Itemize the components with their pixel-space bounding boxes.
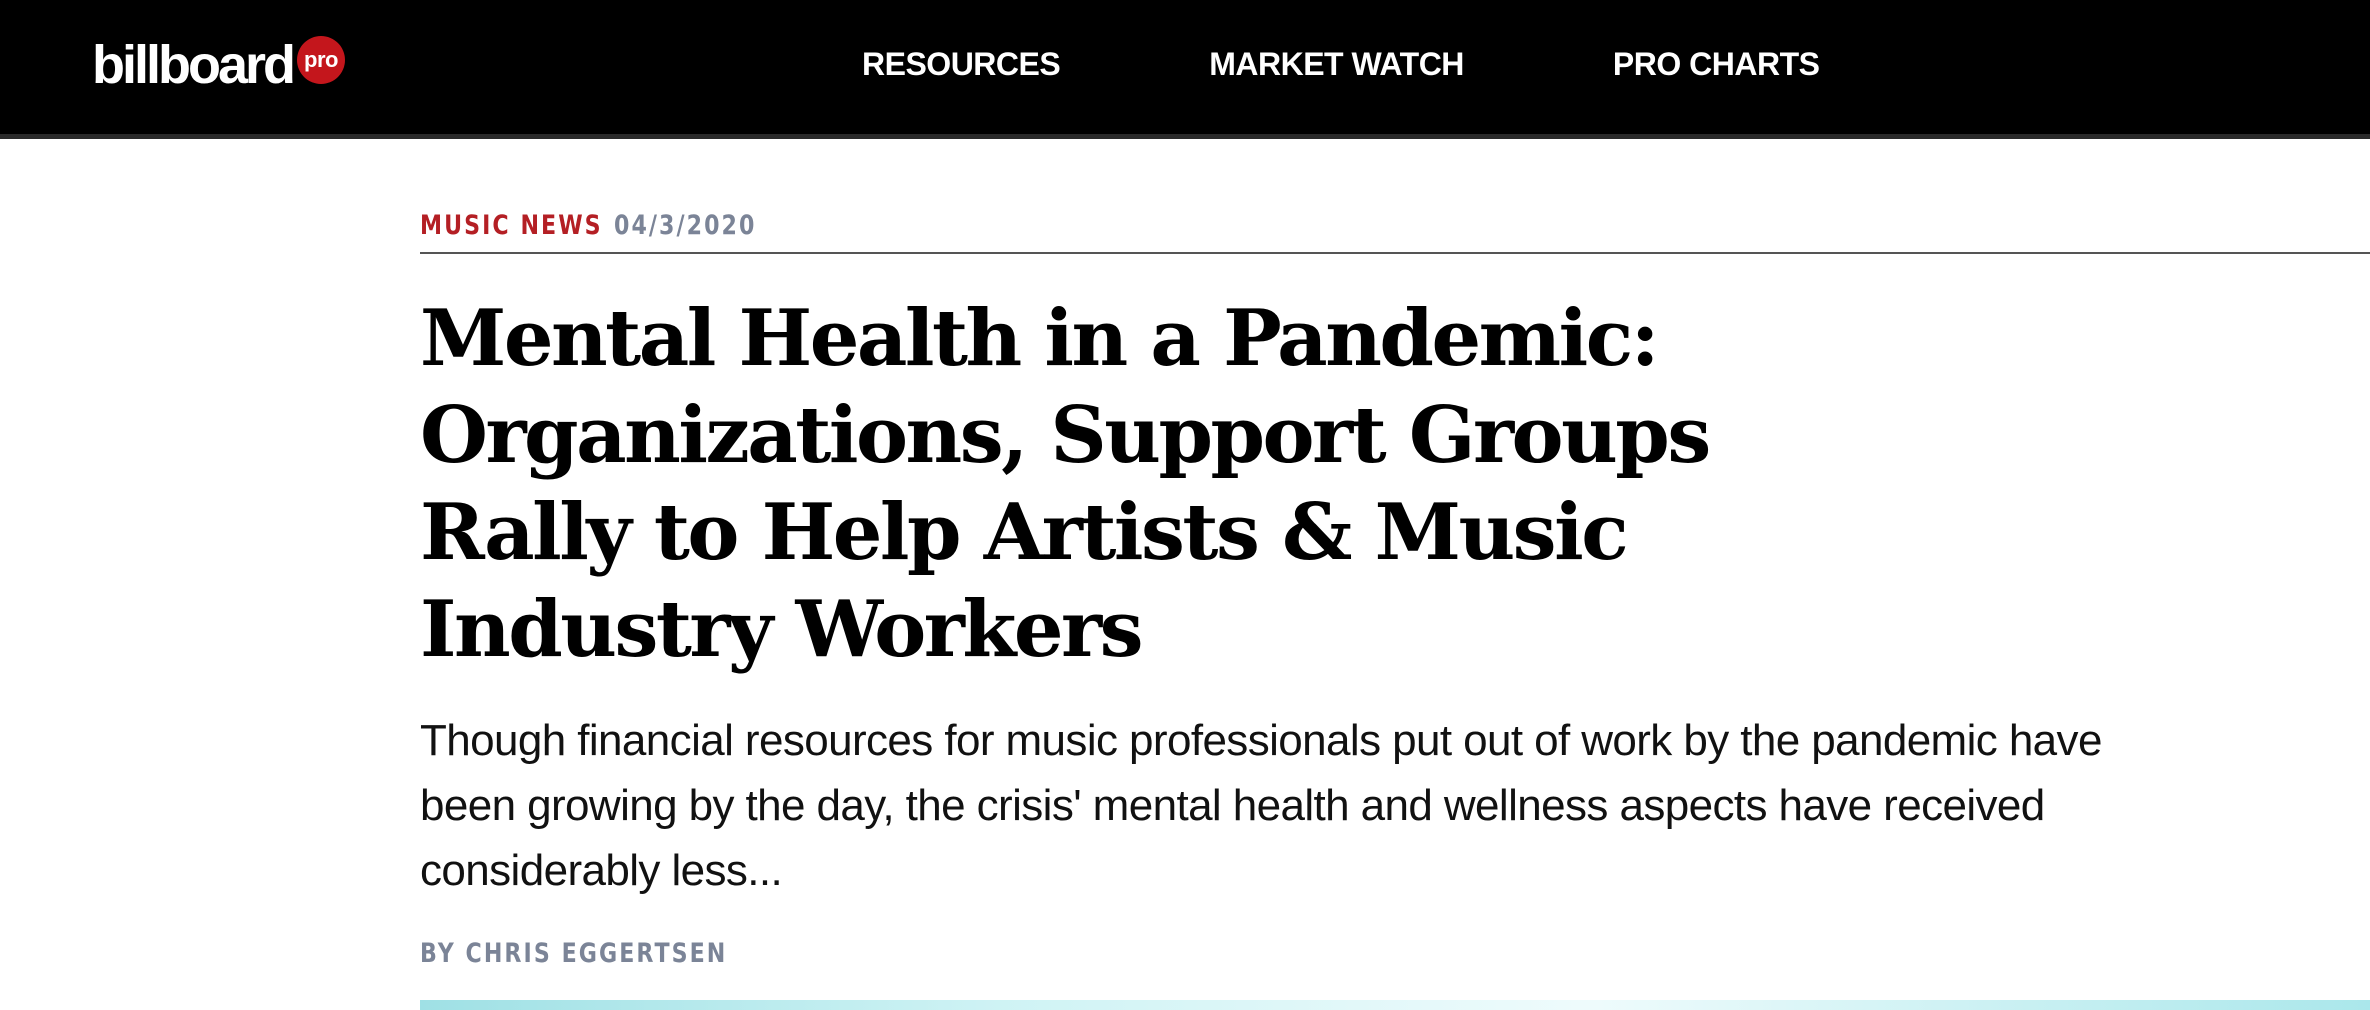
article-summary: Though financial resources for music pro…	[420, 716, 2102, 895]
article-image-top-edge	[420, 1000, 2370, 1010]
pro-badge: pro	[297, 36, 345, 84]
article-headline[interactable]: Mental Health in a Pandemic: Organizatio…	[420, 290, 1820, 678]
nav-link-resources[interactable]: RESOURCES	[862, 48, 1061, 80]
article-byline: BY CHRIS EGGERTSEN	[420, 938, 728, 969]
article-meta: MUSIC NEWS 04/3/2020	[420, 210, 788, 241]
nav-link-pro-charts[interactable]: PRO CHARTS	[1613, 48, 1820, 80]
meta-divider	[420, 252, 2370, 254]
top-navigation-bar: billboard pro RESOURCES MARKET WATCH PRO…	[0, 0, 2370, 139]
billboard-pro-logo[interactable]: billboard pro	[92, 30, 345, 100]
nav-link-market-watch[interactable]: MARKET WATCH	[1209, 48, 1464, 80]
logo-wordmark: billboard	[92, 35, 296, 95]
publish-date: 04/3/2020	[614, 210, 757, 241]
main-nav: RESOURCES MARKET WATCH PRO CHARTS	[862, 48, 1820, 80]
category-link[interactable]: MUSIC NEWS	[420, 210, 601, 241]
